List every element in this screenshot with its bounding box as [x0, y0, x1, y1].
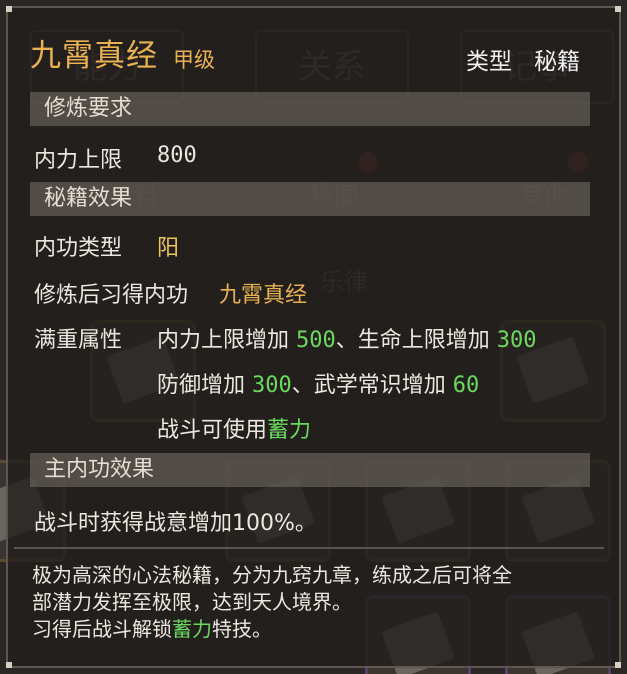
item-title: 九霄真经: [30, 38, 158, 74]
description-line: 极为高深的心法秘籍，分为九窍九章，练成之后可将全: [32, 563, 512, 587]
full-attributes-label: 满重属性: [34, 328, 123, 353]
attr-value: 500: [296, 328, 336, 353]
skill-name: 蓄力: [172, 617, 212, 641]
main-effect-text: 战斗时获得战意增加100%。: [34, 511, 317, 536]
kungfu-type-label: 内功类型: [34, 236, 123, 261]
panel-corner: [6, 6, 12, 12]
section-effects: 秘籍效果: [30, 182, 590, 216]
attr-text: 、生命上限增加: [335, 328, 497, 353]
requirement-label: 内力上限: [34, 148, 123, 173]
attr-value: 60: [452, 373, 480, 398]
panel-corner: [615, 662, 621, 668]
attr-text: 防御增加: [157, 373, 252, 398]
attr-value: 300: [252, 373, 292, 398]
section-main-effect: 主内功效果: [30, 453, 590, 487]
attr-value: 300: [496, 328, 537, 353]
learned-skill-label: 修炼后习得内功: [34, 283, 189, 308]
full-attributes-line1: 内力上限增加 500、生命上限增加 300: [157, 322, 537, 354]
panel-corner: [615, 6, 621, 12]
item-type-value: 秘籍: [534, 49, 580, 75]
section-requirements: 修炼要求: [30, 92, 590, 126]
full-attributes-line2: 防御增加 300、武学常识增加 60: [157, 367, 479, 399]
attr-text: 内力上限增加: [157, 328, 296, 353]
divider: [14, 547, 604, 549]
description-line: 习得后战斗解锁蓄力特技。: [32, 617, 272, 641]
learned-skill-value: 九霄真经: [219, 283, 308, 308]
item-grade: 甲级: [173, 48, 215, 72]
requirement-value: 800: [157, 143, 197, 168]
skill-name: 蓄力: [267, 418, 312, 443]
full-attributes-line3: 战斗可使用蓄力: [157, 412, 311, 444]
attr-text: 战斗可使用: [157, 418, 268, 443]
item-type-label: 类型: [466, 49, 512, 75]
panel-corner: [6, 662, 12, 668]
kungfu-type-value: 阳: [157, 236, 180, 261]
requirement-row: 内力上限: [34, 142, 122, 174]
item-description: 极为高深的心法秘籍，分为九窍九章，练成之后可将全 部潜力发挥至极限，达到天人境界…: [32, 562, 602, 643]
description-line: 部潜力发挥至极限，达到天人境界。: [32, 590, 352, 614]
attr-text: 、武学常识增加: [291, 373, 453, 398]
